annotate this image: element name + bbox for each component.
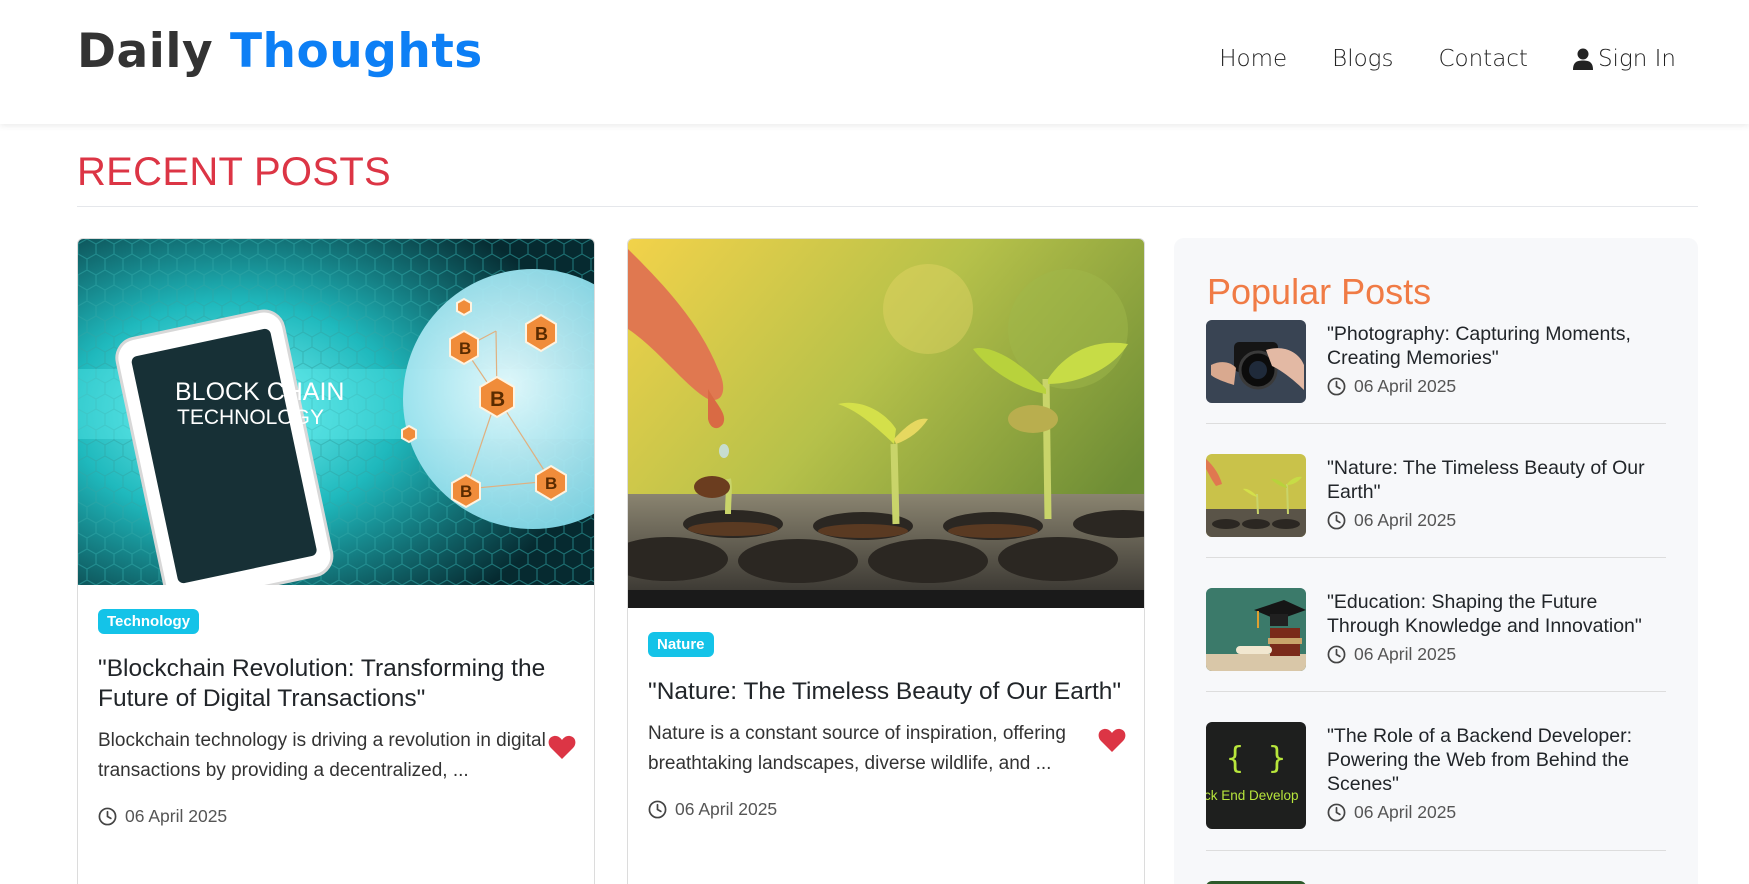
post-excerpt: Nature is a constant source of inspirati… (648, 723, 1066, 774)
svg-text:B: B (490, 388, 505, 411)
section-divider (77, 206, 1698, 207)
brand-part-2: Thoughts (229, 24, 483, 79)
nav-contact-link[interactable]: Contact (1438, 46, 1527, 72)
clock-icon (98, 807, 117, 826)
heart-icon[interactable] (548, 734, 576, 760)
section-title: RECENT POSTS (77, 150, 392, 194)
post-card-body: Nature "Nature: The Timeless Beauty of O… (648, 632, 1126, 820)
sidebar-title: Popular Posts (1207, 271, 1432, 312)
item-divider (1206, 423, 1666, 424)
popular-post-title[interactable]: "Education: Shaping the Future Through K… (1327, 590, 1672, 638)
excerpt-row: Nature is a constant source of inspirati… (648, 719, 1126, 779)
brand-logo[interactable]: Daily Thoughts (77, 24, 483, 79)
popular-post-date-text: 06 April 2025 (1354, 376, 1457, 396)
nav-blogs-link[interactable]: Blogs (1332, 46, 1393, 72)
image-text-line1: BLOCK CHAIN (175, 378, 344, 406)
post-card-body: Technology "Blockchain Revolution: Trans… (98, 609, 576, 827)
clock-icon (1327, 645, 1346, 664)
thumb-camera[interactable] (1206, 320, 1306, 403)
clock-icon (1327, 377, 1346, 396)
svg-text:B: B (459, 339, 471, 358)
clock-icon (1327, 511, 1346, 530)
popular-posts-sidebar: Popular Posts "Photography: Capturing Mo… (1174, 238, 1698, 884)
category-badge[interactable]: Technology (98, 609, 200, 634)
nav-signin-link[interactable]: Sign In (1572, 46, 1676, 72)
item-divider (1206, 691, 1666, 692)
post-excerpt: Blockchain technology is driving a revol… (98, 730, 546, 781)
heart-icon[interactable] (1098, 727, 1126, 753)
category-badge[interactable]: Nature (648, 632, 714, 657)
svg-text:B: B (460, 482, 472, 501)
nav-home-link[interactable]: Home (1219, 46, 1287, 72)
thumb-code-braces[interactable]: { } ck End Develop (1206, 722, 1306, 829)
svg-text:}: } (1268, 741, 1286, 776)
post-card[interactable]: Nature "Nature: The Timeless Beauty of O… (627, 238, 1145, 884)
popular-post-date: 06 April 2025 (1327, 376, 1456, 397)
popular-post-date-text: 06 April 2025 (1354, 644, 1457, 664)
image-text-line2: TECHNOLOGY (177, 406, 324, 429)
svg-text:{: { (1226, 741, 1244, 776)
post-date: 06 April 2025 (648, 799, 1126, 820)
popular-post-date-text: 06 April 2025 (1354, 802, 1457, 822)
popular-post-item[interactable]: "Photography: Capturing Moments, Creatin… (1206, 320, 1666, 410)
post-title[interactable]: "Nature: The Timeless Beauty of Our Eart… (648, 677, 1126, 707)
thumb-caption: ck End Develop (1206, 788, 1299, 803)
popular-post-date: 06 April 2025 (1327, 802, 1456, 823)
brand-part-1: Daily (77, 24, 214, 79)
svg-text:B: B (545, 474, 557, 493)
popular-post-date: 06 April 2025 (1327, 510, 1456, 531)
popular-post-title[interactable]: "Photography: Capturing Moments, Creatin… (1327, 322, 1672, 370)
popular-post-title[interactable]: "Nature: The Timeless Beauty of Our Eart… (1327, 456, 1672, 504)
popular-post-item[interactable]: { } ck End Develop "The Role of a Backen… (1206, 722, 1666, 832)
item-divider (1206, 557, 1666, 558)
post-image-blockchain[interactable]: BLOCK CHAIN TECHNOLOGY B B B B B (78, 239, 594, 605)
nav-menu: Home Blogs Contact Sign In (1174, 46, 1676, 72)
post-title[interactable]: "Blockchain Revolution: Transforming the… (98, 654, 576, 714)
post-image-nature[interactable] (628, 239, 1144, 608)
post-date-text: 06 April 2025 (675, 799, 778, 819)
post-date: 06 April 2025 (98, 806, 576, 827)
clock-icon (1327, 803, 1346, 822)
excerpt-row: Blockchain technology is driving a revol… (98, 726, 576, 786)
item-divider (1206, 850, 1666, 851)
thumb-seedlings[interactable] (1206, 454, 1306, 537)
popular-post-item[interactable]: "Education: Shaping the Future Through K… (1206, 588, 1666, 678)
post-date-text: 06 April 2025 (125, 806, 228, 826)
popular-post-date: 06 April 2025 (1327, 644, 1456, 665)
signin-label: Sign In (1597, 46, 1676, 72)
popular-post-item[interactable]: "Nature: The Timeless Beauty of Our Eart… (1206, 454, 1666, 544)
popular-post-date-text: 06 April 2025 (1354, 510, 1457, 530)
navbar: Daily Thoughts Home Blogs Contact Sign I… (0, 0, 1749, 124)
thumb-graduation-cap[interactable] (1206, 588, 1306, 671)
post-card[interactable]: BLOCK CHAIN TECHNOLOGY B B B B B Technol… (77, 238, 595, 884)
clock-icon (648, 800, 667, 819)
user-icon (1572, 48, 1593, 70)
svg-text:B: B (535, 324, 548, 344)
popular-post-title[interactable]: "The Role of a Backend Developer: Poweri… (1327, 724, 1672, 796)
